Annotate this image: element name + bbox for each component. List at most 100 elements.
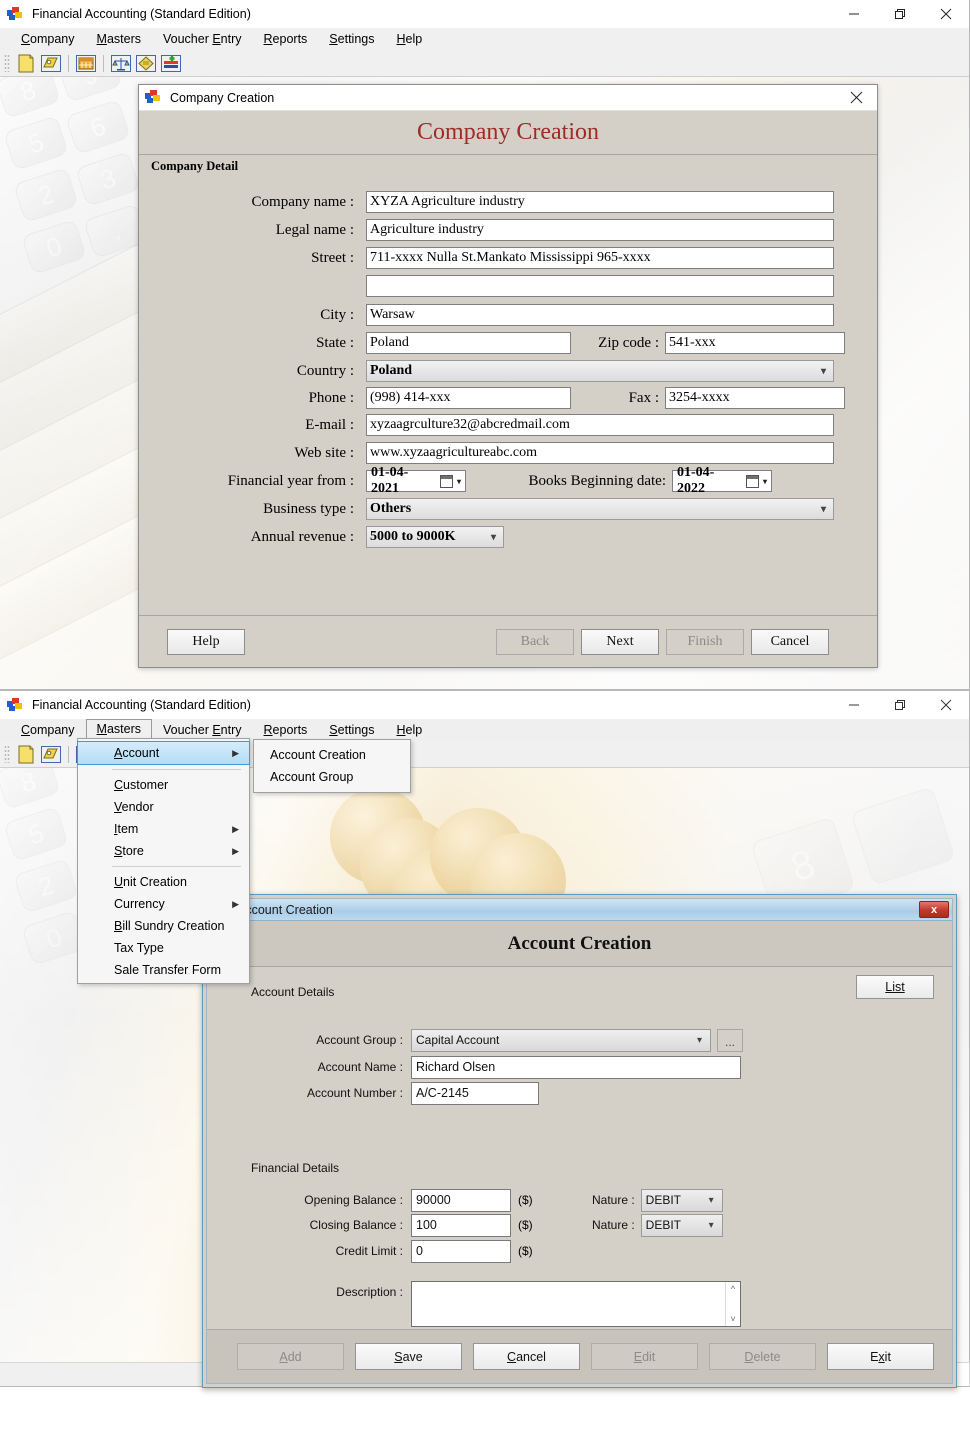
account-dialog-heading: Account Creation <box>507 932 652 954</box>
menu-item-bill-sundry-creation[interactable]: Bill Sundry Creation <box>78 915 249 937</box>
opening-balance-input[interactable]: 90000 <box>411 1188 511 1212</box>
financial-year-label: Financial year from : <box>227 472 354 489</box>
chevron-right-icon: ▶ <box>232 845 239 856</box>
add-button[interactable]: Add <box>237 1343 344 1370</box>
new-document-icon[interactable] <box>15 53 37 74</box>
account-dialog-header: Account Creation <box>207 921 952 967</box>
phone-input[interactable]: (998) 414-xxx <box>366 387 571 409</box>
menu-item-tax-type[interactable]: Tax Type <box>78 937 249 959</box>
website-input[interactable]: www.xyzaagricultureabc.com <box>366 442 834 464</box>
account-number-input[interactable]: A/C-2145 <box>411 1081 539 1105</box>
company-name-input[interactable]: XYZA Agriculture industry <box>366 191 834 213</box>
country-select[interactable]: Poland ▾ <box>366 360 834 382</box>
nature-closing-select[interactable]: DEBIT ▾ <box>640 1213 723 1237</box>
country-select-value: Poland <box>370 363 413 378</box>
close-button[interactable] <box>923 691 969 719</box>
zip-code-input[interactable]: 541-xxx <box>665 332 845 354</box>
account-group-select[interactable]: Capital Account ▾ <box>411 1028 711 1052</box>
open-folder-icon[interactable] <box>40 744 62 765</box>
menu-masters[interactable]: Masters <box>86 29 152 50</box>
ledger-icon[interactable] <box>135 53 157 74</box>
window-1-titlebar: Financial Accounting (Standard Edition) <box>0 0 969 28</box>
add-entry-icon[interactable] <box>160 53 182 74</box>
menu-settings[interactable]: Settings <box>318 720 385 741</box>
delete-button[interactable]: Delete <box>709 1343 816 1370</box>
submenu-item-account-group[interactable]: Account Group <box>254 766 410 788</box>
books-beginning-date-picker[interactable]: 01-04-2022 ▾ <box>672 465 772 496</box>
menu-item-unit-creation[interactable]: Unit Creation <box>78 871 249 893</box>
cancel-button[interactable]: Cancel <box>751 629 829 655</box>
street-line2-input[interactable] <box>366 275 834 297</box>
street-input[interactable]: 711-xxxx Nulla St.Mankato Mississippi 96… <box>366 247 834 269</box>
credit-limit-input[interactable]: 0 <box>411 1239 511 1263</box>
maximize-button[interactable] <box>877 691 923 719</box>
menu-item-store[interactable]: Store ▶ <box>78 840 249 862</box>
submenu-item-account-creation[interactable]: Account Creation <box>254 744 410 766</box>
calendar-icon[interactable] <box>75 53 97 74</box>
exit-button[interactable]: Exit <box>827 1343 934 1370</box>
fax-input[interactable]: 3254-xxxx <box>665 387 845 409</box>
menu-item-currency[interactable]: Currency ▶ <box>78 893 249 915</box>
balance-scale-icon[interactable] <box>110 53 132 74</box>
menu-item-account[interactable]: Account ▶ <box>77 741 250 765</box>
company-dialog-body: Company name : XYZA Agriculture industry… <box>139 173 877 615</box>
menu-voucher-entry[interactable]: Voucher Entry <box>152 29 253 50</box>
account-dialog-close-button[interactable]: x <box>919 901 949 918</box>
city-label: City : <box>320 306 354 323</box>
annual-revenue-select[interactable]: 5000 to 9000K ▾ <box>366 526 504 548</box>
cancel-button[interactable]: Cancel <box>473 1343 580 1370</box>
app-logo-icon <box>145 90 162 105</box>
main-window-1: Financial Accounting (Standard Edition) … <box>0 0 970 690</box>
chevron-down-icon: ▾ <box>708 1219 714 1231</box>
menu-settings[interactable]: Settings <box>318 29 385 50</box>
help-button[interactable]: Help <box>167 629 245 655</box>
state-input[interactable]: Poland <box>366 332 571 354</box>
state-label: State : <box>316 334 354 351</box>
finish-button[interactable]: Finish <box>666 629 744 655</box>
close-button[interactable] <box>923 0 969 28</box>
menu-reports[interactable]: Reports <box>253 720 319 741</box>
account-name-input[interactable]: Richard Olsen <box>411 1055 741 1079</box>
calendar-small-icon <box>440 474 453 488</box>
screen: Financial Accounting (Standard Edition) … <box>0 0 970 1433</box>
toolbar-separator <box>103 54 104 72</box>
menu-item-vendor[interactable]: Vendor <box>78 796 249 818</box>
window-1-menubar: Company Masters Voucher Entry Reports Se… <box>0 28 969 50</box>
menu-company[interactable]: Company <box>10 29 86 50</box>
save-button[interactable]: Save <box>355 1343 462 1370</box>
description-textarea[interactable]: ^ ˅ <box>411 1281 741 1327</box>
description-scrollbar[interactable]: ^ ˅ <box>725 1282 740 1326</box>
chevron-down-icon: ▾ <box>456 476 461 486</box>
closing-balance-input[interactable]: 100 <box>411 1213 511 1237</box>
toolbar-grip[interactable] <box>4 54 10 72</box>
menu-help[interactable]: Help <box>385 720 433 741</box>
new-document-icon[interactable] <box>15 744 37 765</box>
account-group-browse-button[interactable]: ... <box>717 1028 743 1052</box>
menu-item-customer[interactable]: Customer <box>78 774 249 796</box>
maximize-button[interactable] <box>877 0 923 28</box>
window-1-toolbar <box>0 50 969 77</box>
menu-reports[interactable]: Reports <box>253 29 319 50</box>
menu-separator <box>112 866 241 867</box>
menu-item-sale-transfer-form[interactable]: Sale Transfer Form <box>78 959 249 981</box>
nature-opening-select[interactable]: DEBIT ▾ <box>640 1188 723 1212</box>
legal-name-input[interactable]: Agriculture industry <box>366 219 834 241</box>
edit-button[interactable]: Edit <box>591 1343 698 1370</box>
minimize-button[interactable] <box>831 0 877 28</box>
open-folder-icon[interactable] <box>40 53 62 74</box>
list-button[interactable]: List <box>856 975 934 999</box>
menu-company[interactable]: Company <box>10 720 86 741</box>
email-input[interactable]: xyzaagrculture32@abcredmail.com <box>366 414 834 436</box>
toolbar-grip[interactable] <box>4 745 10 763</box>
city-input[interactable]: Warsaw <box>366 304 834 326</box>
menu-item-item[interactable]: Item ▶ <box>78 818 249 840</box>
back-button[interactable]: Back <box>496 629 574 655</box>
minimize-button[interactable] <box>831 691 877 719</box>
business-type-select[interactable]: Others ▾ <box>366 498 834 520</box>
company-dialog-close-button[interactable] <box>835 85 877 111</box>
financial-year-date-picker[interactable]: 01-04-2021 ▾ <box>366 465 466 496</box>
next-button[interactable]: Next <box>581 629 659 655</box>
window-1-controls <box>831 0 969 28</box>
menu-help[interactable]: Help <box>385 29 433 50</box>
app-logo-icon <box>7 6 24 22</box>
